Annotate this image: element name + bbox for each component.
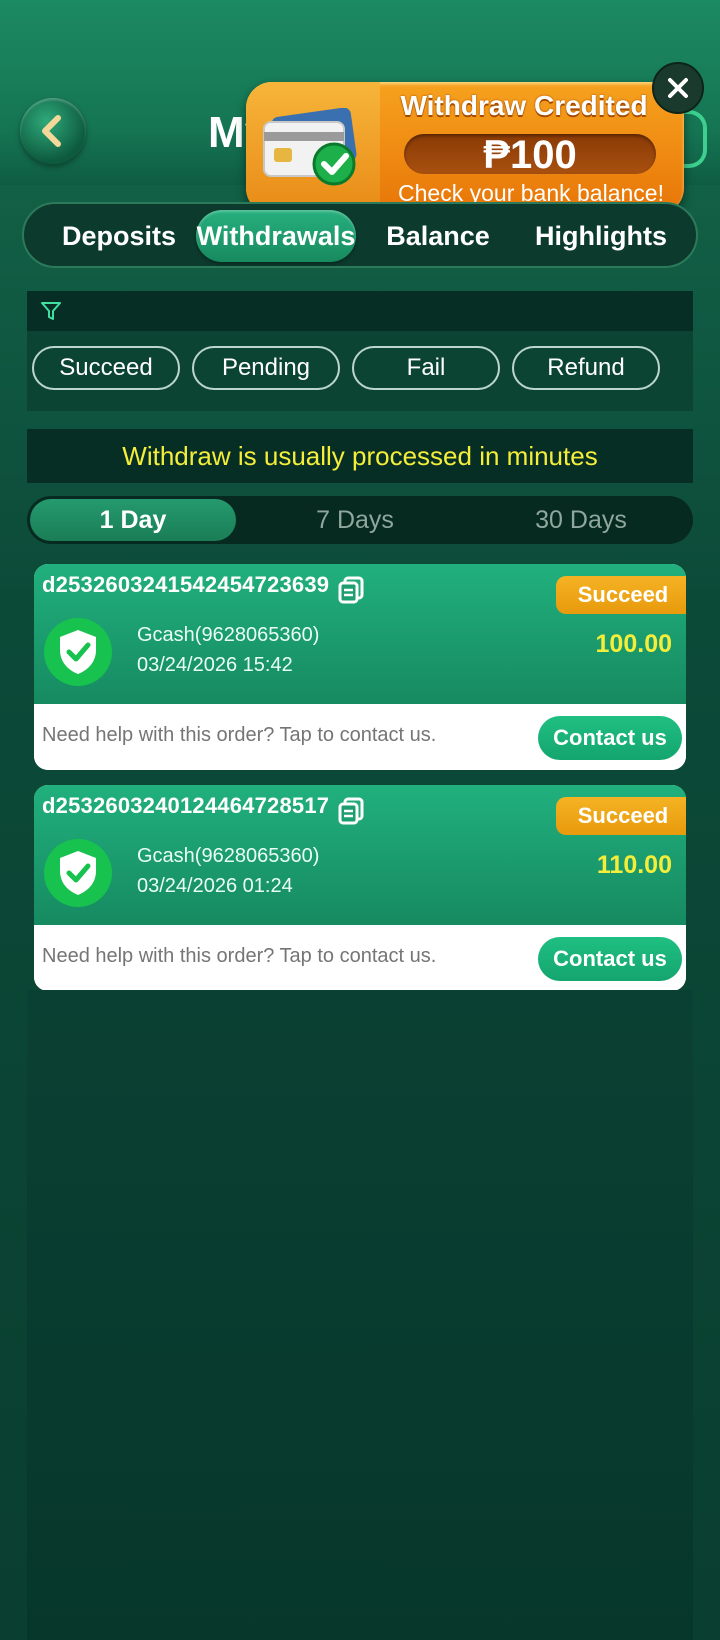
- order-datetime: 03/24/2026 01:24: [137, 875, 293, 897]
- contact-us-button[interactable]: Contact us: [538, 937, 682, 981]
- order-help-row: Need help with this order? Tap to contac…: [34, 704, 686, 770]
- payment-method: Gcash(9628065360): [137, 845, 320, 867]
- copy-icon[interactable]: [338, 576, 364, 604]
- order-help-row: Need help with this order? Tap to contac…: [34, 925, 686, 991]
- toast-close-button[interactable]: [652, 62, 704, 114]
- order-id: d2532603240124464728517: [42, 793, 330, 818]
- tab-1-day[interactable]: 1 Day: [30, 499, 236, 541]
- contact-us-button[interactable]: Contact us: [538, 716, 682, 760]
- status-badge: Succeed: [556, 576, 686, 614]
- tab-highlights[interactable]: Highlights: [518, 210, 684, 262]
- status-badge: Succeed: [556, 797, 686, 835]
- processing-notice: Withdraw is usually processed in minutes: [27, 429, 693, 483]
- order-card: d2532603240124464728517 Succeed Gcash(96…: [34, 785, 686, 991]
- toast-graphic-panel: [246, 82, 380, 214]
- filter-chip-refund[interactable]: Refund: [512, 346, 660, 390]
- tab-withdrawals[interactable]: Withdrawals: [196, 210, 356, 262]
- bank-card-icon: [263, 108, 357, 186]
- verified-badge: [44, 618, 112, 686]
- record-type-tabs: Deposits Withdrawals Balance Highlights: [22, 202, 698, 268]
- order-card-header: d2532603240124464728517 Succeed Gcash(96…: [34, 785, 686, 925]
- order-card-header: d2532603241542454723639 Succeed Gcash(96…: [34, 564, 686, 704]
- close-icon: [668, 78, 688, 98]
- toast-amount: ₱100: [404, 134, 656, 176]
- filter-chip-succeed[interactable]: Succeed: [32, 346, 180, 390]
- withdraw-credited-toast[interactable]: Withdraw Credited ₱100 Check your bank b…: [246, 82, 684, 214]
- tab-7-days[interactable]: 7 Days: [251, 499, 459, 541]
- order-amount: 100.00: [595, 630, 672, 658]
- help-text[interactable]: Need help with this order? Tap to contac…: [42, 724, 436, 747]
- filter-icon[interactable]: [39, 299, 63, 323]
- filter-chip-fail[interactable]: Fail: [352, 346, 500, 390]
- tab-balance[interactable]: Balance: [362, 210, 514, 262]
- help-text[interactable]: Need help with this order? Tap to contac…: [42, 945, 436, 968]
- tab-30-days[interactable]: 30 Days: [477, 499, 685, 541]
- shield-check-icon: [60, 630, 96, 674]
- tab-deposits[interactable]: Deposits: [44, 210, 194, 262]
- empty-list-area: [27, 990, 693, 1640]
- status-filter-panel: Succeed Pending Fail Refund: [27, 291, 693, 411]
- copy-icon[interactable]: [338, 797, 364, 825]
- filter-bar[interactable]: [27, 291, 693, 331]
- order-card: d2532603241542454723639 Succeed Gcash(96…: [34, 564, 686, 770]
- order-id: d2532603241542454723639: [42, 572, 330, 597]
- filter-chip-pending[interactable]: Pending: [192, 346, 340, 390]
- date-range-tabs: 1 Day 7 Days 30 Days: [27, 496, 693, 544]
- chevron-left-icon: [42, 115, 61, 147]
- back-button[interactable]: [20, 98, 86, 164]
- order-datetime: 03/24/2026 15:42: [137, 654, 293, 676]
- order-amount: 110.00: [596, 851, 672, 879]
- payment-method: Gcash(9628065360): [137, 624, 320, 646]
- toast-title: Withdraw Credited: [400, 90, 648, 121]
- verified-badge: [44, 839, 112, 907]
- shield-check-icon: [60, 851, 96, 895]
